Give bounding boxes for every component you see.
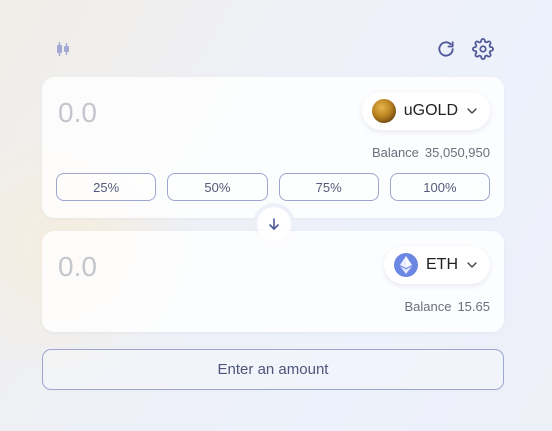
percent-100-button[interactable]: 100% bbox=[389, 173, 490, 201]
chevron-down-icon bbox=[467, 108, 477, 114]
from-balance-label: Balance bbox=[371, 145, 419, 160]
gold-coin-icon bbox=[371, 99, 396, 123]
percent-50-button[interactable]: 50% bbox=[167, 173, 268, 201]
percent-button-row: 25% 50% 75% 100% bbox=[56, 173, 490, 201]
refresh-icon[interactable] bbox=[433, 36, 459, 62]
enter-amount-button[interactable]: Enter an amount bbox=[42, 349, 504, 390]
from-balance: Balance 35,050,950 bbox=[372, 145, 490, 160]
to-token-panel: 0.0 ETH Balance 15.65 bbox=[42, 231, 504, 332]
ethereum-icon bbox=[394, 253, 418, 277]
from-token-panel: 0.0 uGOLD Balance 35,050,950 25% 50% 75% … bbox=[42, 77, 504, 218]
from-amount-input[interactable]: 0.0 bbox=[58, 97, 97, 129]
to-balance: Balance 15.65 bbox=[404, 299, 490, 314]
to-amount-input[interactable]: 0.0 bbox=[58, 251, 97, 283]
to-balance-value: 15.65 bbox=[457, 299, 490, 314]
to-token-selector[interactable]: ETH bbox=[384, 246, 490, 284]
percent-75-button[interactable]: 75% bbox=[278, 173, 379, 201]
arrow-down-icon bbox=[269, 218, 279, 230]
candlestick-chart-icon[interactable] bbox=[50, 36, 76, 62]
to-balance-label: Balance bbox=[404, 299, 452, 314]
from-balance-value: 35,050,950 bbox=[424, 145, 490, 160]
from-token-symbol: uGOLD bbox=[403, 102, 458, 119]
percent-25-button[interactable]: 25% bbox=[56, 173, 157, 201]
from-token-selector[interactable]: uGOLD bbox=[361, 92, 490, 130]
gear-icon[interactable] bbox=[470, 36, 496, 62]
chevron-down-icon bbox=[467, 262, 477, 268]
to-token-symbol: ETH bbox=[426, 256, 458, 273]
